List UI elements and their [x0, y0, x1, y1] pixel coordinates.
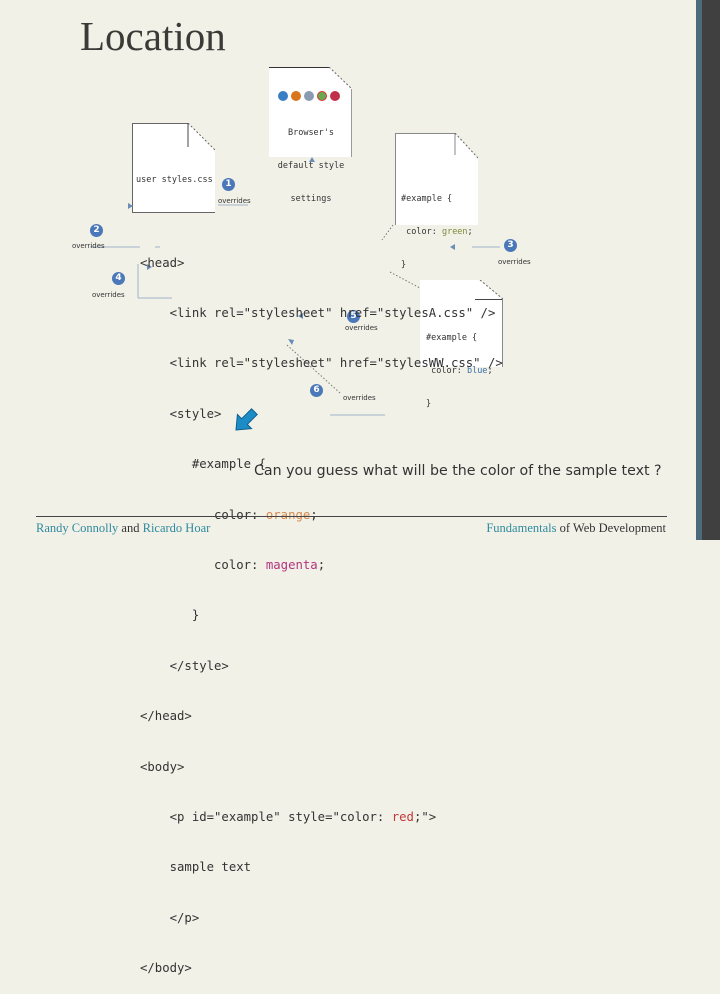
- code-text: color:: [140, 507, 266, 522]
- book-title-rest: of Web Development: [556, 521, 666, 535]
- badge-4: 4: [112, 272, 125, 285]
- question-text: Can you guess what will be the color of …: [254, 463, 662, 479]
- code-text: ;: [317, 557, 326, 572]
- code-line: sample text: [140, 860, 252, 875]
- html-code-block: <head> <link rel="stylesheet" href="styl…: [140, 221, 503, 994]
- code-line: </style>: [140, 658, 229, 673]
- css-value-red: red: [391, 809, 414, 824]
- code-line: color: magenta;: [140, 557, 503, 574]
- overrides-label-4: overrides: [92, 291, 125, 299]
- code-text: <p id="example" style="color:: [140, 809, 392, 824]
- code-line: </body>: [140, 961, 192, 976]
- code-line: </head>: [140, 709, 192, 724]
- code-line: </p>: [140, 910, 200, 925]
- code-line: <link rel="stylesheet" href="stylesA.css…: [140, 305, 496, 320]
- code-text: ;">: [413, 809, 437, 824]
- arrow-head: [309, 157, 315, 162]
- css-value-magenta: magenta: [265, 557, 318, 572]
- overrides-label-1: overrides: [218, 197, 251, 205]
- author-name: Randy Connolly: [36, 521, 119, 535]
- badge-1: 1: [222, 178, 235, 191]
- arrow-head: [128, 203, 133, 209]
- overrides-label-3: overrides: [498, 258, 531, 266]
- code-text: color:: [140, 557, 266, 572]
- code-line: <link rel="stylesheet" href="stylesWW.cs…: [140, 356, 503, 371]
- code-line: <body>: [140, 759, 185, 774]
- footer-authors: Randy Connolly and Ricardo Hoar: [36, 521, 210, 536]
- author-name: Ricardo Hoar: [142, 521, 211, 535]
- footer-book-title: Fundamentals of Web Development: [486, 521, 666, 536]
- footer-and: and: [118, 521, 143, 535]
- code-line: }: [140, 608, 200, 623]
- code-line: <head>: [140, 255, 185, 270]
- badge-2: 2: [90, 224, 103, 237]
- code-line: <style>: [140, 406, 222, 421]
- code-text: ;: [310, 507, 318, 522]
- book-title-highlight: Fundamentals: [486, 521, 557, 535]
- badge-3: 3: [504, 239, 517, 252]
- css-value-orange: orange: [265, 507, 311, 522]
- overrides-label-2: overrides: [72, 242, 105, 250]
- footer-divider: [36, 516, 667, 517]
- code-line: <p id="example" style="color: red;">: [140, 809, 503, 826]
